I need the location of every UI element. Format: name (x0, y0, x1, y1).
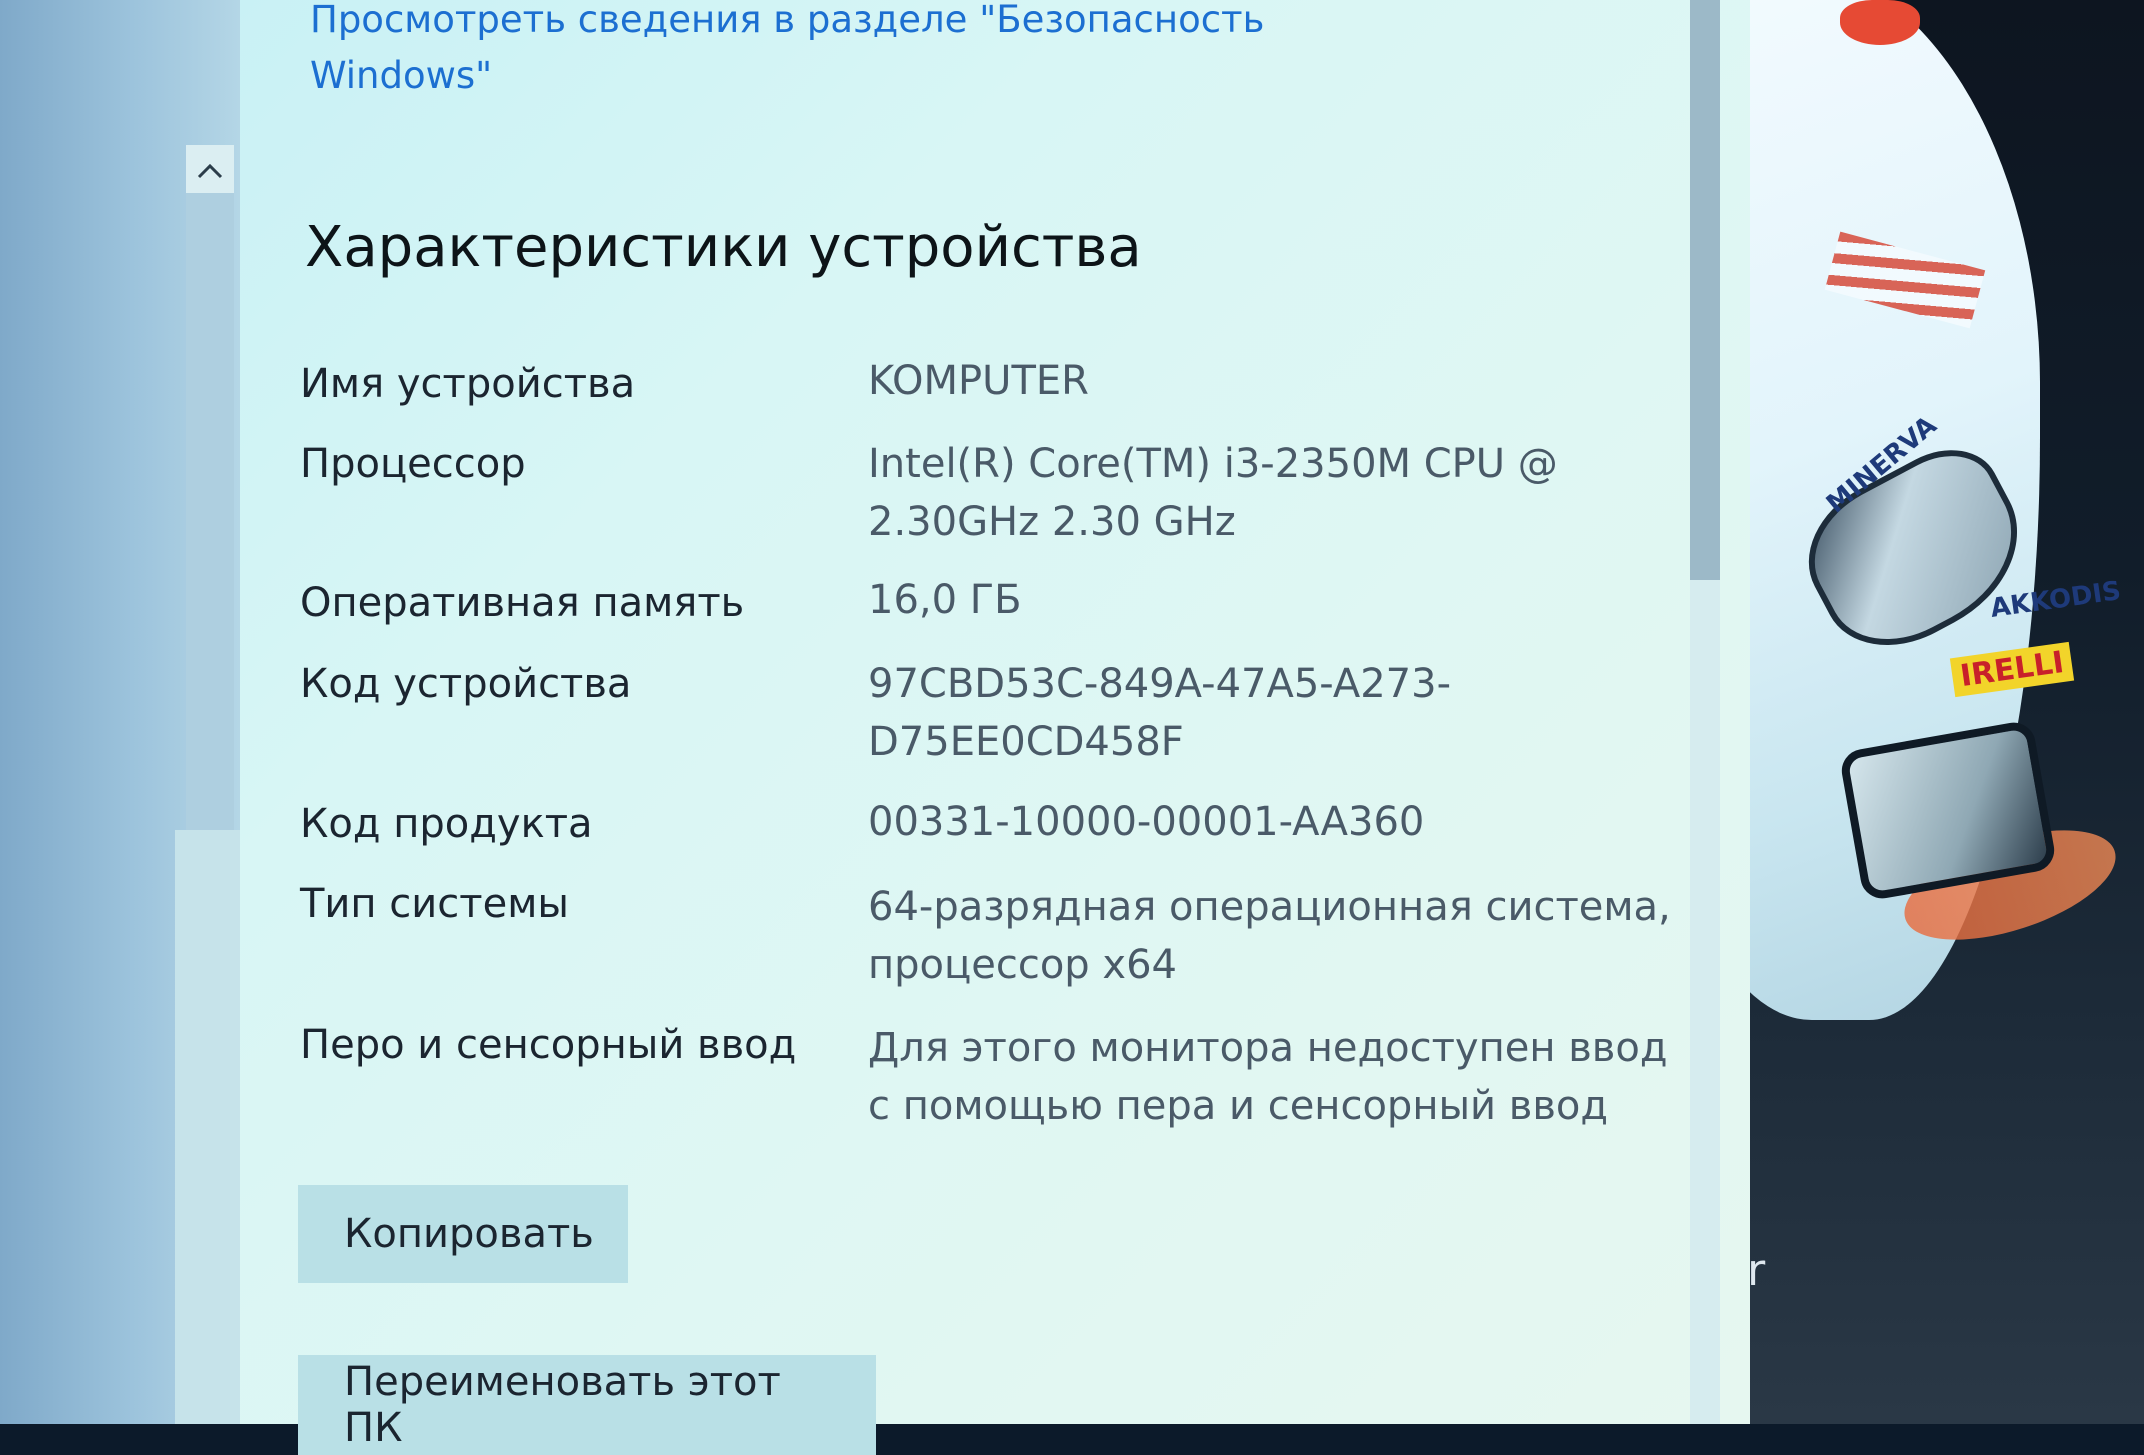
scroll-up-button[interactable] (186, 145, 234, 193)
spec-label-system-type: Тип системы (300, 881, 569, 927)
windows-security-link[interactable]: Просмотреть сведения в разделе "Безопасн… (310, 0, 1410, 104)
side-scroll-track[interactable] (186, 193, 234, 830)
spec-value-ram: 16,0 ГБ (868, 577, 1022, 623)
spec-value-device-id: 97CBD53C-849A-47A5-A273-D75EE0CD458F (868, 661, 1452, 765)
spec-value-pen-touch: Для этого монитора недоступен ввод с пом… (868, 1025, 1668, 1129)
spec-label-device-id: Код устройства (300, 661, 632, 707)
race-car-mirror (1840, 0, 1920, 45)
panel-scrollbar-track[interactable] (1690, 580, 1720, 1424)
copy-button[interactable]: Копировать (298, 1185, 628, 1283)
spec-label-ram: Оперативная память (300, 580, 745, 626)
device-specs-heading: Характеристики устройства (305, 215, 1142, 280)
spec-value-system-type: 64-разрядная операционная система, проце… (868, 884, 1671, 988)
spec-label-product-id: Код продукта (300, 801, 593, 847)
desktop-wallpaper: MINERVA AKKODIS IRELLI er (1720, 0, 2144, 1424)
chevron-up-icon (197, 152, 223, 187)
rename-pc-button[interactable]: Переименовать этот ПК (298, 1355, 876, 1455)
panel-scrollbar-thumb[interactable] (1690, 0, 1720, 580)
background-window-lower (175, 830, 240, 1424)
spec-value-device-name: KOMPUTER (868, 358, 1089, 404)
spec-value-product-id: 00331-10000-00001-AA360 (868, 799, 1425, 845)
spec-label-processor: Процессор (300, 441, 526, 487)
spec-value-processor: Intel(R) Core(TM) i3-2350M CPU @ 2.30GHz… (868, 441, 1558, 545)
spec-label-pen-touch: Перо и сенсорный ввод (300, 1022, 797, 1068)
spec-label-device-name: Имя устройства (300, 361, 636, 407)
